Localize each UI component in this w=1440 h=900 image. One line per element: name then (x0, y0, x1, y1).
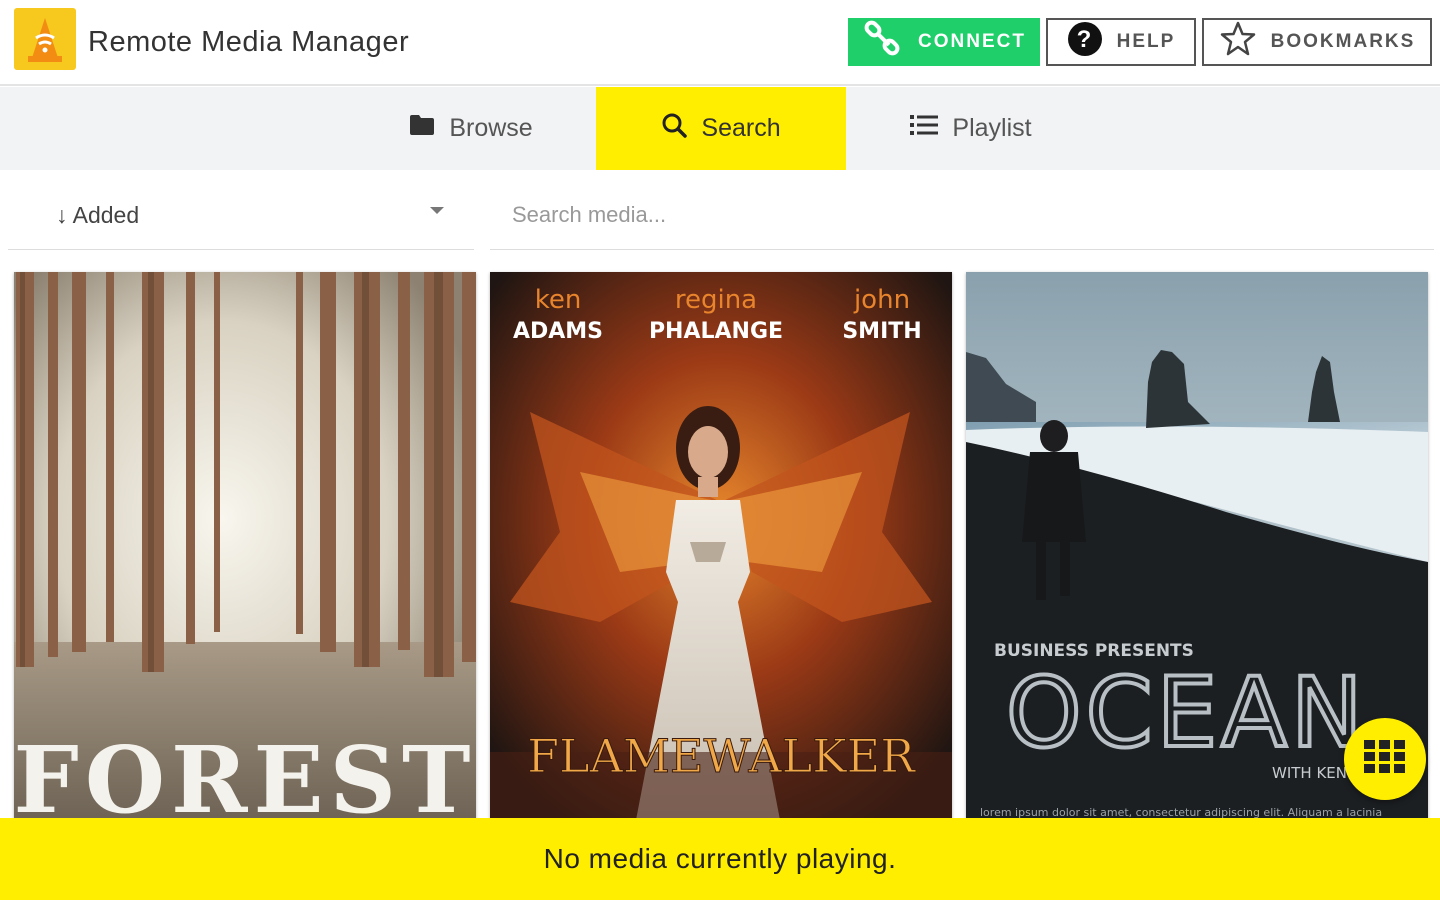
folder-icon (409, 114, 435, 143)
forest-poster-image: FOREST (14, 272, 476, 820)
app-logo (14, 8, 76, 70)
media-card-flamewalker[interactable]: ken ADAMS regina PHALANGE john SMITH FLA… (490, 272, 952, 820)
media-card-forest[interactable]: FOREST (14, 272, 476, 820)
ocean-poster-title: OCEAN (1006, 657, 1367, 769)
chevron-down-icon (430, 207, 444, 214)
forest-poster-title: FOREST (14, 726, 476, 820)
app-header: Remote Media Manager CONNECT ? HELP BOOK… (0, 0, 1440, 86)
tab-playlist[interactable]: Playlist (846, 87, 1096, 170)
flamewalker-poster-title: FLAMEWALKER (527, 729, 916, 783)
tab-bar: Browse Search Playlist (0, 87, 1440, 170)
sort-value: ↓ Added (56, 202, 140, 228)
sort-select[interactable]: ↓ Added (8, 180, 474, 250)
help-icon: ? (1067, 21, 1103, 63)
grid-view-fab[interactable] (1344, 718, 1426, 800)
player-status-bar: No media currently playing. (0, 818, 1440, 900)
svg-text:?: ? (1076, 26, 1093, 53)
grid-icon (1364, 739, 1406, 779)
flamewalker-poster-image: ken ADAMS regina PHALANGE john SMITH FLA… (490, 272, 952, 820)
list-icon (910, 114, 939, 143)
bookmarks-label: BOOKMARKS (1270, 31, 1416, 52)
credit-last-smith: SMITH (842, 319, 921, 344)
credit-last-phalange: PHALANGE (649, 319, 783, 344)
search-icon (661, 112, 688, 145)
ocean-credit-text: WITH KEN (1272, 764, 1347, 782)
connect-label: CONNECT (918, 31, 1026, 52)
bookmarks-button[interactable]: BOOKMARKS (1202, 18, 1432, 66)
connect-button[interactable]: CONNECT (848, 18, 1040, 66)
star-icon (1219, 20, 1257, 64)
tab-search[interactable]: Search (596, 87, 846, 170)
credit-first-ken: ken (535, 285, 582, 315)
app-title: Remote Media Manager (88, 26, 410, 58)
help-button[interactable]: ? HELP (1046, 18, 1196, 66)
tab-browse[interactable]: Browse (346, 87, 596, 170)
credit-first-regina: regina (675, 285, 757, 315)
tab-playlist-label: Playlist (952, 114, 1032, 142)
help-label: HELP (1116, 31, 1176, 52)
search-input[interactable] (490, 180, 1434, 250)
tab-search-label: Search (701, 114, 781, 142)
credit-last-adams: ADAMS (513, 319, 603, 344)
credit-first-john: john (853, 285, 910, 315)
tab-browse-label: Browse (449, 114, 533, 142)
link-icon (862, 18, 904, 66)
player-status-text: No media currently playing. (543, 843, 897, 874)
